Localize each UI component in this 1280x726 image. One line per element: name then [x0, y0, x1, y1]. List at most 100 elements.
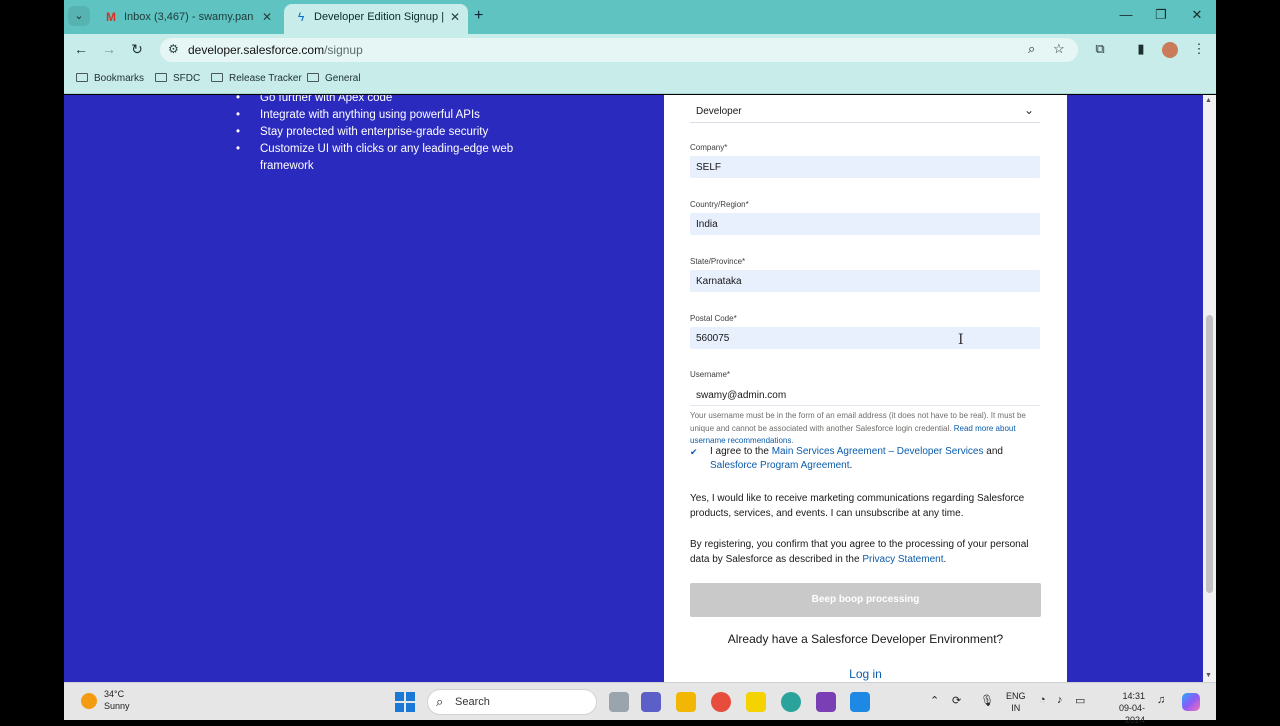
- agreement-checkbox[interactable]: ✔: [690, 445, 698, 459]
- taskbar: 34°C Sunny ⌕ Search ⌃ ⟳ 🎙 ENG IN ◔ ♪ ▭ 1…: [64, 682, 1216, 725]
- postal-code-label: Postal Code*: [690, 314, 737, 323]
- windows-start-icon[interactable]: [395, 692, 415, 712]
- chevron-up-icon[interactable]: ⌃: [930, 694, 939, 707]
- privacy-statement-link[interactable]: Privacy Statement: [862, 554, 943, 565]
- region-code: IN: [1011, 703, 1021, 713]
- url-path: /signup: [324, 43, 363, 57]
- login-link[interactable]: Log in: [664, 667, 1067, 681]
- taskbar-search[interactable]: ⌕ Search: [427, 689, 597, 715]
- tab-label: Inbox (3,467) - swamy.panakala: [124, 11, 254, 23]
- bookmark-folder[interactable]: SFDC: [155, 73, 200, 84]
- menu-icon[interactable]: ⋮: [1190, 41, 1208, 57]
- state-field[interactable]: Karnataka: [690, 270, 1040, 292]
- minimize-button[interactable]: —: [1116, 7, 1136, 22]
- scroll-down-icon[interactable]: ▼: [1205, 672, 1212, 679]
- sync-icon[interactable]: ⟳: [952, 694, 961, 707]
- browser-window: ⌄ M Inbox (3,467) - swamy.panakala ✕ ϟ Dev…: [64, 0, 1216, 682]
- agreement-checkbox-row: ✔ I agree to the Main Services Agreement…: [690, 445, 1045, 473]
- agreement-text: I agree to the Main Services Agreement –…: [710, 446, 1003, 471]
- country-label: Country/Region*: [690, 200, 749, 209]
- search-icon: ⌕: [436, 694, 444, 709]
- marketing-text: Yes, I would like to receive marketing c…: [690, 493, 1025, 519]
- clipchamp-icon[interactable]: [816, 692, 836, 712]
- username-label: Username*: [690, 370, 731, 379]
- notification-bell-icon[interactable]: ♫: [1157, 694, 1165, 706]
- chrome-icon[interactable]: [711, 692, 731, 712]
- folder-icon: [76, 73, 88, 82]
- browser-toolbar: ← → ↻ ⚙ developer.salesforce.com/signup …: [64, 34, 1216, 66]
- language-code: ENG: [1006, 691, 1026, 701]
- close-tab-icon[interactable]: ✕: [262, 4, 272, 30]
- zoom-icon[interactable]: ⌕: [1028, 41, 1035, 57]
- scroll-up-icon[interactable]: ▲: [1205, 97, 1212, 104]
- bookmark-folder[interactable]: General: [307, 73, 361, 84]
- tab-salesforce-signup[interactable]: ϟ Developer Edition Signup | Sale ✕: [284, 4, 468, 34]
- microphone-icon[interactable]: 🎙: [980, 694, 994, 707]
- close-window-button[interactable]: ✕: [1187, 7, 1207, 23]
- username-field[interactable]: swamy@admin.com: [690, 384, 1040, 406]
- clock[interactable]: 14:31 09-04-2024: [1099, 690, 1145, 726]
- tab-label: Developer Edition Signup | Sale: [314, 11, 444, 23]
- privacy-text: By registering, you confirm that you agr…: [690, 539, 1029, 565]
- page-scrollbar[interactable]: ▲ ▼: [1203, 95, 1216, 682]
- gmail-icon: M: [106, 10, 116, 24]
- submit-button[interactable]: Beep boop processing: [690, 583, 1041, 617]
- extensions-icon[interactable]: ⧉: [1091, 41, 1109, 57]
- text-cursor-icon: I: [958, 332, 964, 348]
- company-field[interactable]: SELF: [690, 156, 1040, 178]
- back-button[interactable]: ←: [72, 41, 90, 57]
- chrome-active-icon[interactable]: [781, 692, 801, 712]
- postal-code-field[interactable]: 560075: [690, 327, 1040, 349]
- language-indicator[interactable]: ENG IN: [1006, 690, 1026, 714]
- country-field[interactable]: India: [690, 213, 1040, 235]
- bookmark-label: Release Tracker: [229, 73, 302, 84]
- side-panel-icon[interactable]: ▮: [1132, 41, 1150, 57]
- feature-item: Go further with Apex code: [236, 95, 536, 107]
- bookmark-folder[interactable]: Release Tracker: [211, 73, 302, 84]
- teams-icon[interactable]: [641, 692, 661, 712]
- task-view-icon[interactable]: [609, 692, 629, 712]
- copilot-icon[interactable]: [1182, 693, 1200, 711]
- date: 09-04-2024: [1118, 703, 1145, 725]
- new-tab-button[interactable]: +: [474, 7, 483, 25]
- chevron-down-icon: ⌄: [1023, 103, 1034, 117]
- url-text: developer.salesforce.com/signup: [188, 43, 363, 57]
- state-label: State/Province*: [690, 257, 746, 266]
- main-services-agreement-link[interactable]: Main Services Agreement – Developer Serv…: [772, 446, 984, 457]
- tab-strip: ⌄ M Inbox (3,467) - swamy.panakala ✕ ϟ Dev…: [64, 0, 1216, 34]
- battery-icon[interactable]: ▭: [1075, 694, 1085, 707]
- salesforce-icon: ϟ: [297, 10, 305, 24]
- program-agreement-link[interactable]: Salesforce Program Agreement: [710, 460, 850, 471]
- wifi-icon[interactable]: ◔: [1039, 694, 1046, 706]
- scroll-thumb[interactable]: [1206, 315, 1213, 593]
- tab-search-button[interactable]: ⌄: [68, 6, 90, 26]
- close-tab-icon[interactable]: ✕: [450, 4, 460, 30]
- folder-icon: [155, 73, 167, 82]
- weather-widget[interactable]: 34°C Sunny: [104, 688, 130, 712]
- role-select[interactable]: Developer ⌄: [690, 101, 1040, 123]
- site-info-icon[interactable]: ⚙: [168, 42, 179, 56]
- volume-icon[interactable]: ♪: [1057, 694, 1063, 706]
- file-explorer-icon[interactable]: [676, 692, 696, 712]
- bookmark-star-icon[interactable]: ☆: [1053, 41, 1065, 57]
- already-have-account-text: Already have a Salesforce Developer Envi…: [727, 632, 1004, 646]
- bookmarks-bar: Bookmarks SFDC Release Tracker General: [64, 66, 1216, 94]
- bookmark-label: General: [325, 73, 361, 84]
- signup-form: Developer ⌄ Company* SELF Country/Region…: [664, 95, 1067, 682]
- bookmark-label: SFDC: [173, 73, 201, 84]
- folder-icon: [307, 73, 319, 82]
- sun-icon[interactable]: [81, 693, 97, 709]
- forward-button[interactable]: →: [100, 41, 118, 57]
- tab-gmail[interactable]: M Inbox (3,467) - swamy.panakala ✕: [94, 4, 280, 34]
- sticky-notes-icon[interactable]: [746, 692, 766, 712]
- folder-icon: [211, 73, 223, 82]
- address-bar[interactable]: ⚙ developer.salesforce.com/signup ⌕ ☆: [160, 38, 1078, 62]
- bookmark-folder[interactable]: Bookmarks: [76, 73, 144, 84]
- agree-prefix: I agree to the: [710, 446, 769, 457]
- reload-button[interactable]: ↻: [128, 41, 146, 58]
- feature-list: Go further with Apex code Integrate with…: [236, 95, 536, 175]
- maximize-button[interactable]: ❐: [1151, 7, 1171, 23]
- search-label: Search: [455, 696, 490, 708]
- profile-avatar[interactable]: [1162, 42, 1178, 58]
- mail-icon[interactable]: [850, 692, 870, 712]
